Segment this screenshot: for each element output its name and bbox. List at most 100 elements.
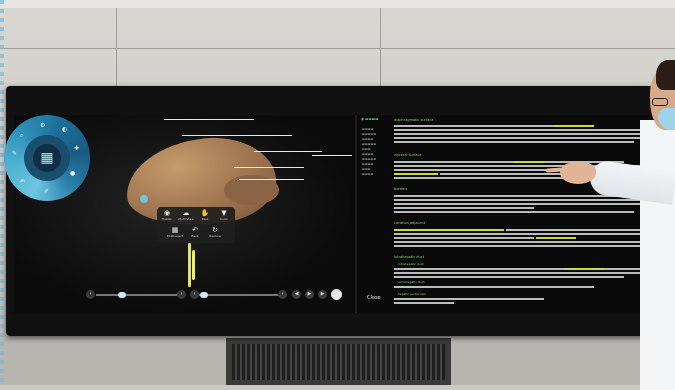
chevron-right-icon[interactable]: › [278,290,287,299]
highlight [564,268,604,270]
label-pointer [254,151,322,152]
text-line [394,245,644,247]
grid-icon[interactable]: ▦ [33,144,61,172]
toc-item[interactable]: ▬▬▬▬ [362,162,373,166]
plus-icon[interactable]: ✚ [74,145,79,152]
toc-header: ◉ ▬▬▬▬ [361,117,379,121]
text-line [394,207,534,209]
toc-item[interactable]: ▬▬▬▬ [362,152,373,156]
toc-item[interactable]: ▬▬▬▬▬ [362,157,376,161]
tool-label: Multi-View [178,217,194,221]
refresh-icon: ↻ [212,226,218,234]
tool-label: Pass [201,217,209,221]
tool-label: Color [220,217,228,221]
toc-item[interactable]: ▬▬▬▬ [362,127,373,131]
timeline-slider-left[interactable] [96,294,184,296]
image-edge-decoration [0,0,4,385]
forward-icon[interactable]: ▶ [318,290,327,299]
undo-tool[interactable]: ☁ Multi-View [178,209,194,221]
label-pointer [239,179,304,180]
section-heading: diaphragmatic surface [394,118,434,122]
text-line [394,199,649,201]
chevron-right-icon[interactable]: › [177,290,186,299]
toc-item[interactable]: ▬▬▬▬ [362,137,373,141]
brush-icon[interactable]: ✐ [44,188,49,195]
text-line [394,141,634,143]
vessel-model [192,250,195,280]
toc-item[interactable]: ▬▬▬▬▬ [362,132,376,136]
grid-icon: ▦ [171,226,179,234]
toc-item[interactable]: ▬▬▬▬ [362,172,373,176]
gear-icon[interactable]: ⚙ [40,122,45,129]
color-tool[interactable]: ▼ Color [216,209,232,221]
ceiling [0,0,675,8]
text-line [394,211,634,213]
pen-icon[interactable]: ✍ [20,178,25,185]
wall-seam [116,8,117,88]
section-heading: visceral surface [394,153,422,157]
highlight [514,161,544,163]
text-line [394,286,594,288]
text-line [394,302,454,304]
restore-tool[interactable]: ↻ Restore [207,226,223,238]
label-pointer [164,119,254,120]
presenter-hair [656,60,675,90]
toc-item[interactable]: ▬▬▬▬▬ [362,142,376,146]
hide-tool[interactable]: ◉ Hidden [159,209,175,221]
text-line [394,276,624,278]
play-icon[interactable]: ▶ [305,290,314,299]
chevron-left-icon[interactable]: ‹ [190,290,199,299]
close-button[interactable]: Close [367,295,381,301]
text-line [394,161,624,163]
text-line [394,298,544,300]
search-icon[interactable]: ⌕ [20,132,23,140]
brush-icon[interactable]: ✎ [12,150,17,157]
section-heading: Location,adjacent [394,221,426,225]
presenter-coat [640,120,675,390]
timeline-slider-right[interactable] [196,294,286,296]
highlight [394,229,504,231]
label-pointer [182,135,292,136]
glasses [652,98,668,106]
presenter-hand [560,162,596,184]
text-line [394,272,649,274]
wall-seam [0,48,675,49]
hand-icon: ✋ [200,209,210,217]
tool-label: Hidden [161,217,173,221]
console-grill [232,344,445,380]
subsection-heading: hepatic portal vein [398,292,427,296]
rewind-icon[interactable]: ◀ [292,290,301,299]
text-line [394,133,649,135]
label-pointer [312,155,352,156]
multiselect-tool[interactable]: ▦ Multiselect [167,226,183,238]
droplet-icon[interactable]: ● [70,170,75,177]
text-line [394,129,659,131]
record-button[interactable] [331,289,342,300]
tool-popup: ◉ Hidden ☁ Multi-View ✋ Pass ▼ Color ▦ M… [157,207,235,243]
text-line [394,237,534,239]
label-pointer [234,167,304,168]
settings-icon[interactable]: ◐ [62,126,67,133]
back-tool[interactable]: ↶ Back [187,226,203,238]
wall-seam [380,8,381,88]
text-line [394,203,656,205]
tool-label: Back [191,234,199,238]
chevron-left-icon[interactable]: ‹ [86,290,95,299]
paint-icon: ▼ [221,209,227,217]
toc-item[interactable]: ▬▬▬ [362,147,371,151]
tool-label: Restore [209,234,221,238]
text-line [394,137,656,139]
pass-tool[interactable]: ✋ Pass [197,209,213,221]
slider-knob[interactable] [200,292,208,298]
touchscreen: ◉ Hidden ☁ Multi-View ✋ Pass ▼ Color ▦ M… [14,115,664,313]
selection-marker[interactable] [140,195,148,203]
text-line [506,229,656,231]
section-heading: intrahepatic duct [394,255,425,259]
slider-knob[interactable] [118,292,126,298]
vessel-model [188,243,191,287]
text-line [394,177,574,179]
highlight [394,173,438,175]
tool-label: Multiselect [167,234,184,238]
toc-item[interactable]: ▬▬▬ [362,167,371,171]
highlight [554,125,594,127]
